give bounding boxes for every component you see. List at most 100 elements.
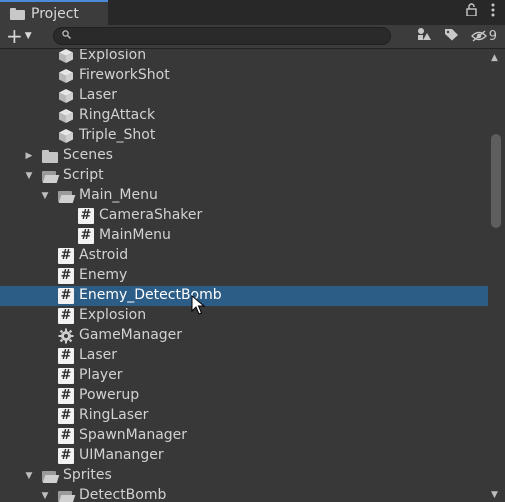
folder-icon: [10, 7, 25, 20]
project-tree: Explosion FireworkShot Laser RingAttack Trip…: [0, 49, 488, 502]
csharp-script-icon: #: [58, 388, 74, 404]
asset-label: RingLaser: [79, 407, 149, 423]
prefab-cube-icon: [58, 108, 74, 124]
tag-icon[interactable]: [444, 28, 459, 45]
csharp-script-icon: #: [58, 348, 74, 364]
asset-row[interactable]: FireworkShot: [0, 66, 488, 86]
asset-row[interactable]: GameManager: [0, 326, 488, 346]
scroll-up-arrow-icon[interactable]: ▲: [491, 53, 498, 63]
prefab-cube-icon: [58, 49, 74, 64]
hidden-count: 9: [488, 28, 497, 44]
prefab-cube-icon: [58, 68, 74, 84]
vertical-scrollbar[interactable]: ▲ ▼: [488, 49, 505, 502]
asset-label: Powerup: [79, 387, 140, 403]
asset-label: Sprites: [63, 467, 112, 483]
asset-label: Main_Menu: [79, 187, 158, 203]
asset-row[interactable]: # RingLaser: [0, 406, 488, 426]
lock-icon[interactable]: [466, 3, 477, 21]
search-input[interactable]: [76, 29, 380, 45]
csharp-script-icon: #: [58, 308, 74, 324]
asset-row[interactable]: # Laser: [0, 346, 488, 366]
asset-row[interactable]: Laser: [0, 86, 488, 106]
asset-label: SpawnManager: [79, 427, 188, 443]
asset-label: CameraShaker: [99, 207, 203, 223]
asset-label: DetectBomb: [79, 487, 167, 502]
kebab-menu-icon[interactable]: [491, 3, 495, 21]
create-button[interactable]: + ▼: [6, 26, 32, 46]
csharp-script-icon: #: [78, 208, 94, 224]
csharp-script-icon: #: [58, 268, 74, 284]
search-by-type-icon[interactable]: [416, 27, 432, 45]
asset-label: Enemy: [79, 267, 128, 283]
asset-label: Explosion: [79, 307, 147, 323]
asset-row[interactable]: Explosion: [0, 49, 488, 66]
asset-row[interactable]: RingAttack: [0, 106, 488, 126]
asset-row[interactable]: # Player: [0, 366, 488, 386]
asset-label: Explosion: [79, 49, 147, 63]
folder-open-icon: [42, 168, 58, 184]
mouse-cursor-icon: [191, 295, 205, 315]
asset-row[interactable]: # Enemy: [0, 266, 488, 286]
asset-label: Script: [63, 167, 104, 183]
tab-bar: Project: [0, 0, 505, 25]
prefab-cube-icon: [58, 88, 74, 104]
csharp-script-icon: #: [58, 368, 74, 384]
asset-label: Scenes: [63, 147, 113, 163]
scroll-down-arrow-icon[interactable]: ▼: [491, 490, 498, 500]
asset-row[interactable]: # Astroid: [0, 246, 488, 266]
csharp-script-icon: #: [58, 248, 74, 264]
folder-row[interactable]: ▼ DetectBomb: [0, 486, 488, 502]
asset-row[interactable]: # CameraShaker: [0, 206, 488, 226]
gear-icon: [58, 328, 74, 344]
asset-row[interactable]: # SpawnManager: [0, 426, 488, 446]
asset-label: Triple_Shot: [79, 127, 156, 143]
expand-arrow-down-icon[interactable]: ▼: [40, 191, 50, 201]
search-icon: [62, 29, 71, 42]
plus-icon: +: [6, 24, 23, 48]
tab-project[interactable]: Project: [0, 0, 108, 25]
expand-arrow-down-icon[interactable]: ▼: [24, 171, 34, 181]
folder-row[interactable]: ▶ Scenes: [0, 146, 488, 166]
csharp-script-icon: #: [58, 288, 74, 304]
asset-row[interactable]: # Powerup: [0, 386, 488, 406]
scrollbar-thumb[interactable]: [491, 134, 501, 228]
asset-row[interactable]: # Explosion: [0, 306, 488, 326]
asset-label: Astroid: [79, 247, 129, 263]
folder-row[interactable]: ▼ Sprites: [0, 466, 488, 486]
folder-open-icon: [58, 488, 74, 502]
expand-arrow-down-icon[interactable]: ▼: [40, 491, 50, 501]
tab-label: Project: [31, 5, 79, 22]
asset-row[interactable]: # Enemy_DetectBomb: [0, 286, 488, 306]
folder-icon: [42, 148, 58, 164]
prefab-cube-icon: [58, 128, 74, 144]
hidden-packages-toggle[interactable]: 9: [470, 28, 497, 44]
asset-label: UIMananger: [79, 447, 164, 463]
window-controls: [466, 3, 495, 21]
csharp-script-icon: #: [58, 408, 74, 424]
asset-label: GameManager: [79, 327, 183, 343]
csharp-script-icon: #: [58, 448, 74, 464]
asset-row[interactable]: # MainMenu: [0, 226, 488, 246]
asset-row[interactable]: # UIMananger: [0, 446, 488, 466]
eye-hidden-icon: [470, 30, 487, 42]
folder-row[interactable]: ▼ Main_Menu: [0, 186, 488, 206]
asset-label: RingAttack: [79, 107, 156, 123]
csharp-script-icon: #: [78, 228, 94, 244]
toolbar-icons: 9: [416, 27, 497, 45]
folder-open-icon: [42, 468, 58, 484]
asset-label: Player: [79, 367, 123, 383]
search-field[interactable]: [53, 27, 391, 45]
project-window: Project + ▼ 9 Explosion FireworkShot Las…: [0, 0, 505, 502]
folder-row[interactable]: ▼ Script: [0, 166, 488, 186]
chevron-down-icon: ▼: [24, 31, 32, 41]
asset-label: FireworkShot: [79, 67, 170, 83]
folder-open-icon: [58, 188, 74, 204]
asset-row[interactable]: Triple_Shot: [0, 126, 488, 146]
asset-label: MainMenu: [99, 227, 171, 243]
csharp-script-icon: #: [58, 428, 74, 444]
expand-arrow-right-icon[interactable]: ▶: [24, 151, 34, 161]
project-toolbar: + ▼ 9: [0, 25, 505, 49]
asset-label: Laser: [79, 347, 118, 363]
asset-label: Laser: [79, 87, 118, 103]
expand-arrow-down-icon[interactable]: ▼: [24, 471, 34, 481]
